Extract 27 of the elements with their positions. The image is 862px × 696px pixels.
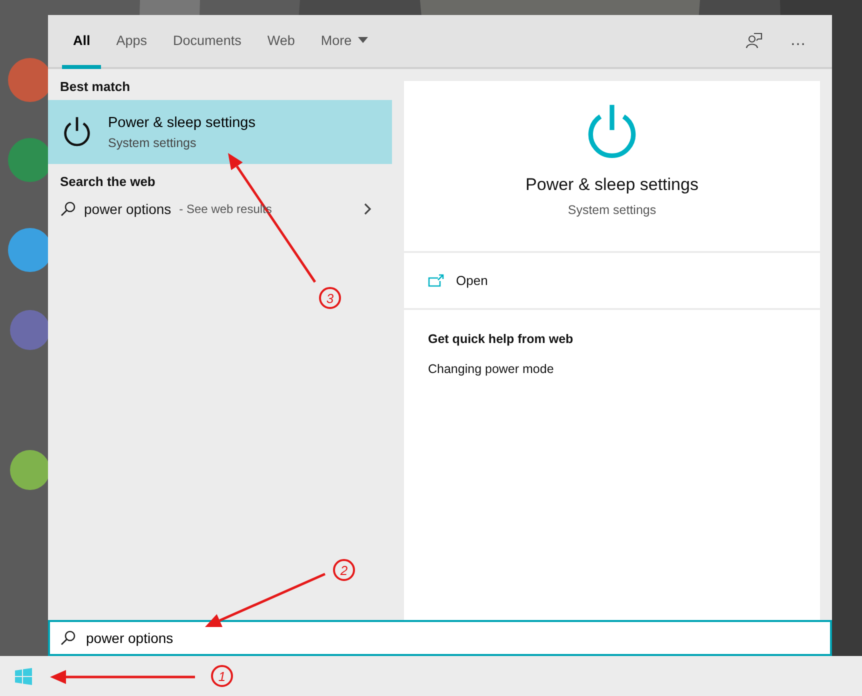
tab[interactable]: Web [256, 15, 306, 69]
search-icon [60, 630, 76, 646]
section-heading: Search the web [59, 173, 156, 191]
step-number: 1 [211, 665, 233, 687]
section-heading: Best match [59, 78, 132, 96]
tab[interactable]: Apps [105, 15, 158, 69]
result-title: Power & sleep settings [108, 114, 256, 130]
more-options-button[interactable]: … [778, 15, 818, 67]
preview-subtitle: System settings [568, 203, 656, 217]
caret-icon [358, 37, 368, 43]
help-link[interactable]: Changing power mode [428, 362, 554, 376]
open-action[interactable]: Open [428, 273, 488, 288]
search-icon [60, 201, 76, 217]
help-heading: Get quick help from web [428, 332, 574, 346]
web-query: power options [84, 201, 172, 217]
tab[interactable]: All [62, 15, 102, 69]
open-window-icon [428, 274, 444, 288]
step-number: 2 [333, 559, 355, 581]
feedback-icon [745, 32, 763, 50]
best-match-result[interactable]: Power & sleep settings System settings [48, 100, 392, 164]
search-field[interactable]: power options [86, 630, 286, 646]
result-subtitle: System settings [108, 136, 198, 150]
chevron-icon [364, 203, 372, 215]
tab[interactable]: More [310, 15, 379, 69]
preview-title: Power & sleep settings [526, 175, 698, 195]
tab[interactable]: Documents [162, 15, 252, 69]
step-number: 3 [319, 287, 341, 309]
